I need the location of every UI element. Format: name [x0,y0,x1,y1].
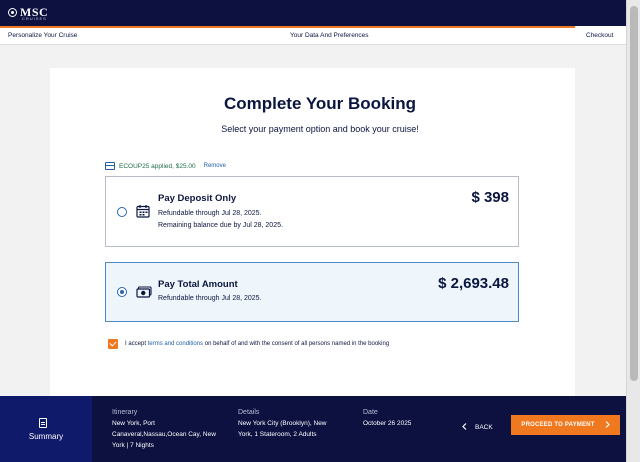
deposit-title: Pay Deposit Only [158,193,237,204]
brand-subtitle: CRUISES [22,16,47,21]
details-info: Details New York City (Brooklyn), New Yo… [238,407,348,440]
top-navigation-bar: MSC CRUISES [0,0,626,26]
itinerary-line-2: Canaveral,Nassau,Ocean Cay, New [112,431,216,438]
itinerary-label: Itinerary [112,409,138,416]
chevron-left-icon [462,423,467,432]
proceed-label: PROCEED TO PAYMENT [521,422,595,428]
details-label: Details [238,409,260,416]
proceed-to-payment-button[interactable]: PROCEED TO PAYMENT [511,415,620,435]
payment-option-total[interactable]: Pay Total Amount Refundable through Jul … [105,262,519,322]
page-subtitle: Select your payment option and book your… [221,124,419,134]
back-label: BACK [475,424,493,431]
total-refund-text: Refundable through Jul 28, 2025. [158,295,262,302]
compass-icon [8,8,17,17]
booking-progress-steps: Personalize Your Cruise Your Data And Pr… [0,26,626,45]
total-radio[interactable] [117,287,127,297]
document-icon [39,418,47,428]
calendar-icon [136,204,150,223]
step-checkout[interactable]: Checkout [586,32,613,39]
deposit-radio[interactable] [117,207,127,217]
progress-bar [0,26,575,28]
terms-suffix: on behalf of and with the consent of all… [204,341,390,347]
itinerary-line-1: New York, Port [112,420,155,427]
back-button[interactable]: BACK [462,423,493,432]
terms-checkbox[interactable] [108,339,118,349]
total-price: $ 2,693.48 [438,275,509,292]
deposit-price: $ 398 [471,189,509,206]
date-value: October 26 2025 [363,420,412,427]
page-scrollbar[interactable] [626,0,640,462]
booking-summary-footer: Summary Itinerary New York, Port Canaver… [0,396,626,462]
itinerary-line-3: York | 7 Nights [112,442,154,449]
credit-card-icon [105,162,115,170]
scrollbar-thumb[interactable] [630,6,638,381]
total-title: Pay Total Amount [158,279,238,290]
cash-icon [136,285,152,304]
page-title: Complete Your Booking [223,94,417,113]
details-line-1: New York City (Brooklyn), New [238,420,327,427]
payment-option-deposit[interactable]: Pay Deposit Only Refundable through Jul … [105,176,519,247]
terms-prefix: I accept [125,341,147,347]
step-data-preferences[interactable]: Your Data And Preferences [290,32,369,39]
itinerary-info: Itinerary New York, Port Canaveral,Nassa… [112,407,232,451]
remove-coupon-link[interactable]: Remove [204,163,226,169]
details-line-2: York, 1 Stateroom, 2 Adults [238,431,317,438]
terms-text: I accept terms and conditions on behalf … [125,341,389,347]
deposit-refund-text: Refundable through Jul 28, 2025. [158,210,262,217]
terms-agreement: I accept terms and conditions on behalf … [108,339,389,349]
chevron-right-icon [605,420,610,430]
summary-button[interactable]: Summary [0,396,92,462]
coupon-applied: ECOUP25 applied, $25.00 Remove [105,162,226,170]
deposit-balance-text: Remaining balance due by Jul 28, 2025. [158,222,283,229]
summary-label: Summary [28,432,64,441]
step-personalize[interactable]: Personalize Your Cruise [8,32,77,39]
terms-link[interactable]: terms and conditions [148,341,203,347]
date-info: Date October 26 2025 [363,407,433,429]
coupon-text: ECOUP25 applied, $25.00 [119,162,196,170]
date-label: Date [363,409,378,416]
